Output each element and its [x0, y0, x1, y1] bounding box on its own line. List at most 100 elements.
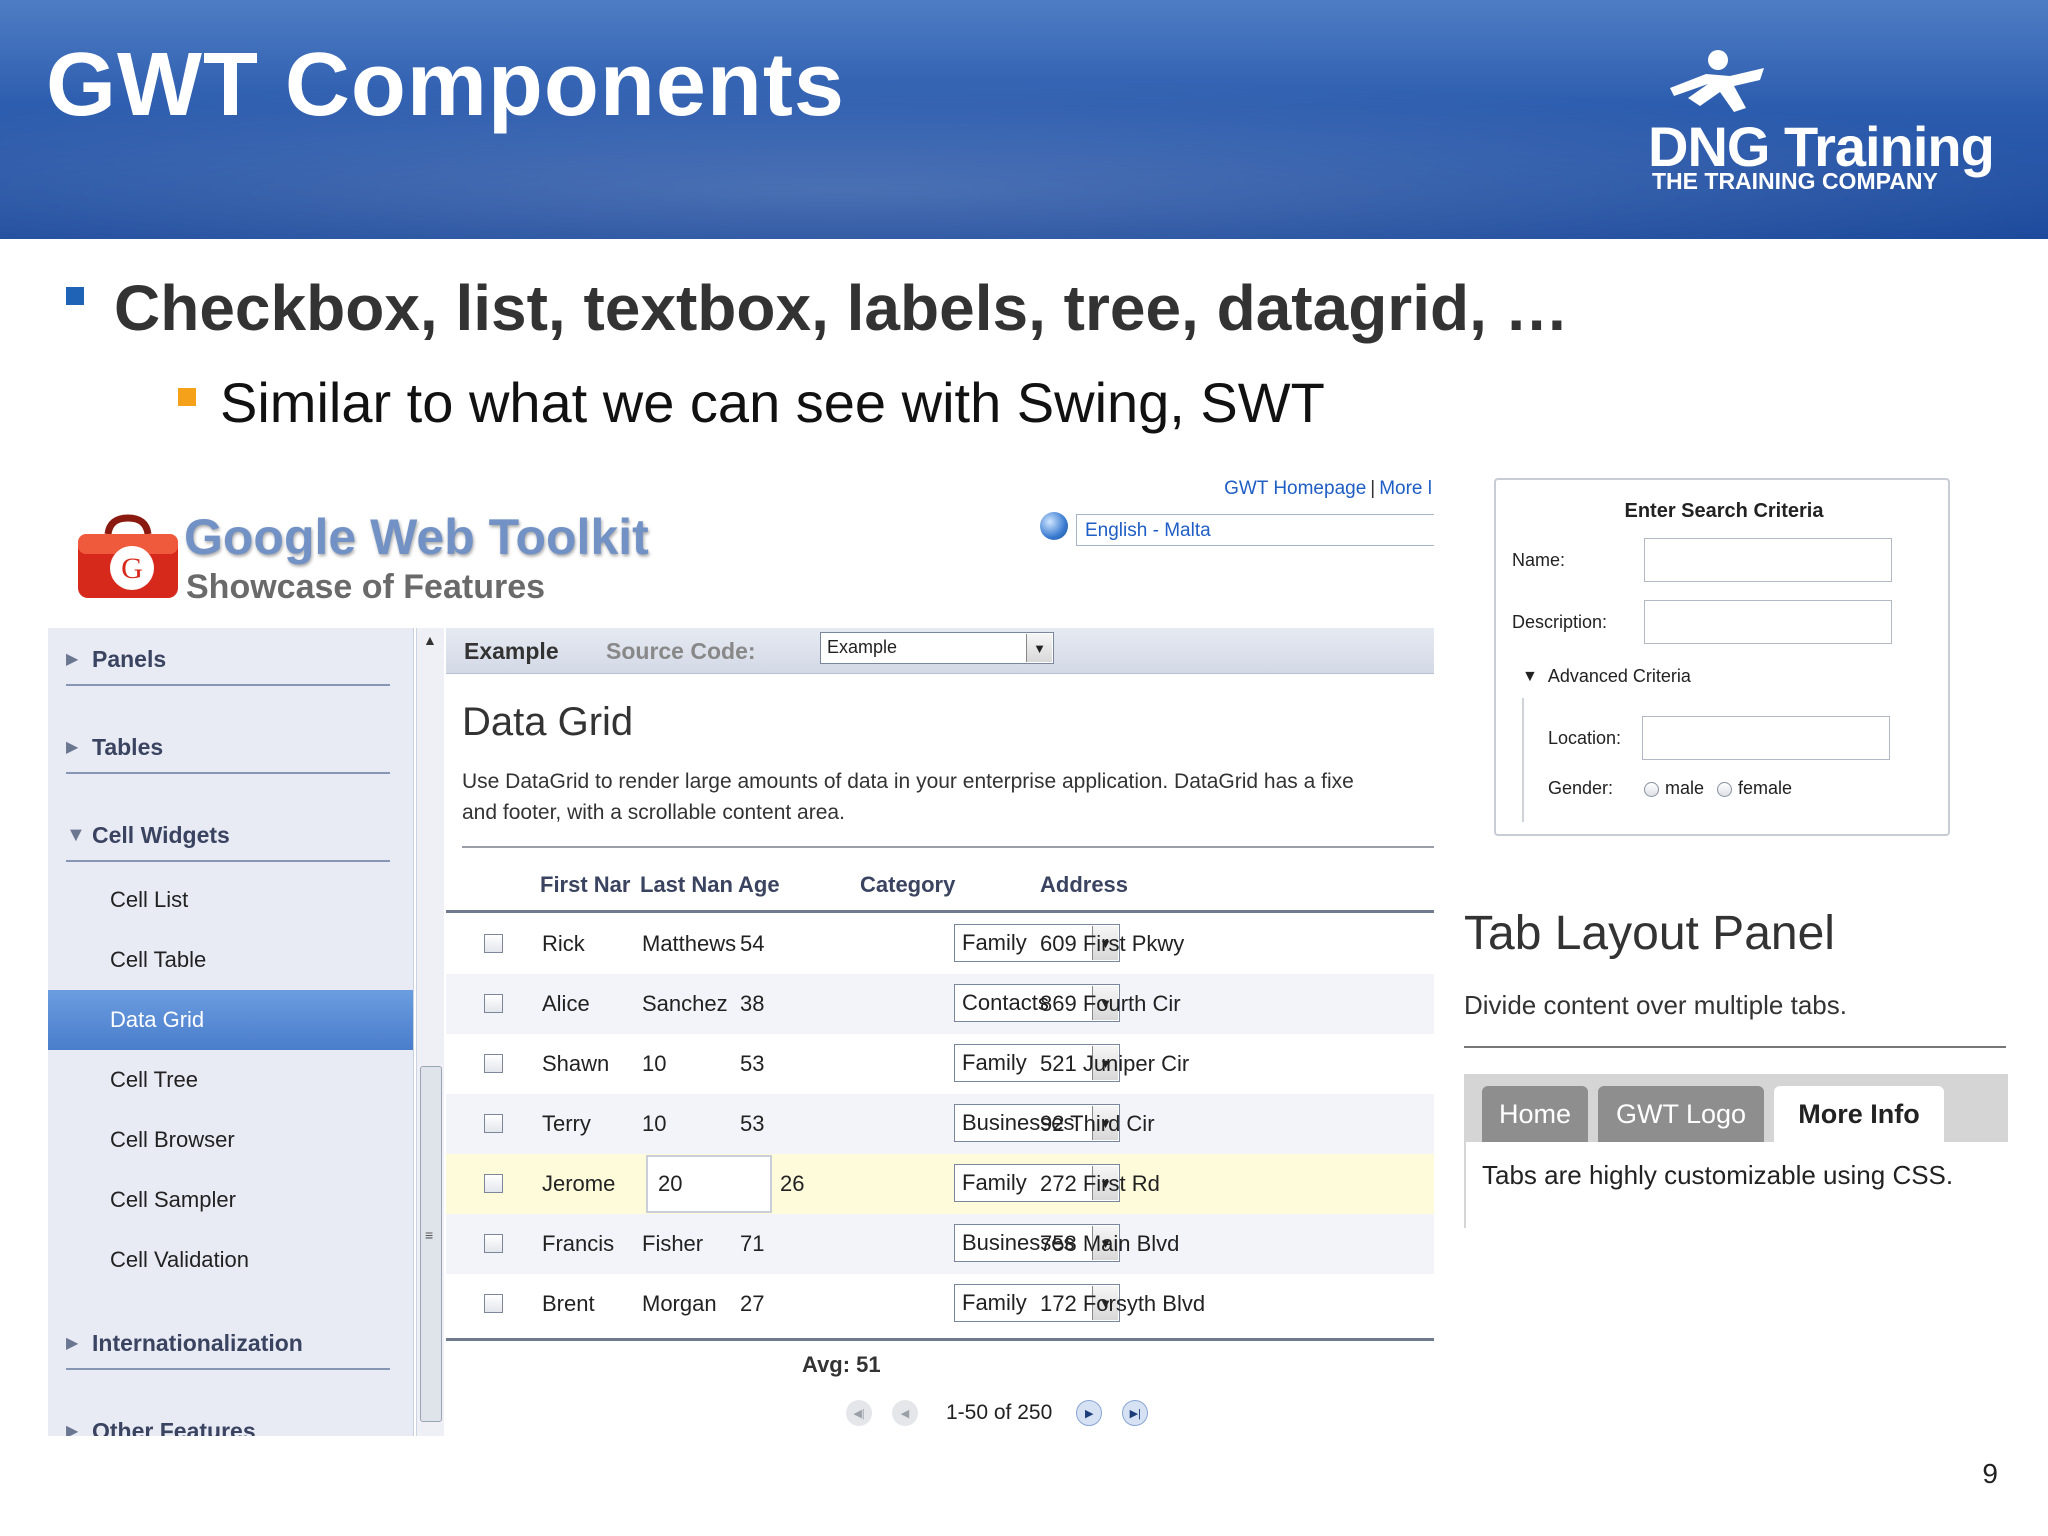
cell-address: 172 Forsyth Blvd [1040, 1291, 1206, 1316]
grid-pager: ◀| ◀ 1-50 of 250 ▶ ▶| [846, 1398, 1168, 1428]
row-checkbox[interactable] [484, 934, 503, 953]
gender-label: Gender: [1548, 778, 1614, 798]
row-checkbox[interactable] [484, 1114, 503, 1133]
cell-address: 869 Fourth Cir [1040, 991, 1181, 1016]
tab-content-text: Tabs are highly customizable using CSS. [1482, 1160, 1954, 1190]
bullet-level-2: Similar to what we can see with Swing, S… [178, 370, 1325, 434]
cell-address: 272 First Rd [1040, 1171, 1160, 1196]
gender-radio-group: male female [1644, 778, 1800, 799]
dng-training-logo: DNG Training THE TRAINING COMPANY [1640, 48, 1995, 208]
cell-age: 27 [740, 1291, 765, 1316]
gwt-showcase-screenshot: G Google Web Toolkit Showcase of Feature… [48, 478, 1434, 1436]
sidebar-category-label: Other Features [92, 1417, 256, 1437]
sidebar-category-tables[interactable]: ▶ Tables [66, 722, 390, 774]
cell-first-name: Shawn [542, 1051, 610, 1076]
tab-example[interactable]: Example [464, 638, 559, 665]
table-row[interactable]: Rick Matthews 54 Family ▼ 609 First Pkwy [446, 914, 1434, 974]
cell-first-name: Rick [542, 931, 585, 956]
chevron-down-icon[interactable]: ▼ [1026, 634, 1052, 662]
table-row[interactable]: Alice Sanchez 38 Contacts ▼ 869 Fourth Ci… [446, 974, 1434, 1034]
page-title: Data Grid [462, 700, 634, 744]
name-input[interactable] [1644, 538, 1892, 582]
row-checkbox[interactable] [484, 1054, 503, 1073]
table-row[interactable]: Terry 10 53 Businesses ▼ 92 Third Cir [446, 1094, 1434, 1154]
grip-icon: ≡ [425, 1227, 434, 1243]
description-label: Description: [1512, 612, 1608, 632]
cell-age: 54 [740, 931, 765, 956]
sidebar-item-cell-browser[interactable]: Cell Browser [48, 1110, 413, 1170]
sidebar-category-label: Panels [92, 645, 167, 672]
cell-address: 609 First Pkwy [1040, 931, 1185, 956]
divider [1464, 1046, 2006, 1048]
cell-last-name: Matthews [642, 931, 737, 956]
scroll-up-arrow-icon[interactable]: ▲ [423, 632, 437, 648]
description-input[interactable] [1644, 600, 1892, 644]
gwt-toolbox-icon: G [78, 514, 178, 598]
row-checkbox[interactable] [484, 1174, 503, 1193]
cell-last-name[interactable]: 20 [658, 1154, 754, 1214]
sidebar-item-cell-list[interactable]: Cell List [48, 870, 413, 930]
advanced-criteria-toggle[interactable]: ▼ Advanced Criteria [1522, 666, 1691, 687]
row-checkbox[interactable] [484, 1234, 503, 1253]
tab-gwt-logo[interactable]: GWT Logo [1598, 1086, 1764, 1142]
sidebar-item-cell-validation[interactable]: Cell Validation [48, 1230, 413, 1290]
sidebar-category-cell-widgets[interactable]: ▼ Cell Widgets [66, 810, 390, 862]
slide-title: GWT Components [46, 35, 845, 135]
svg-text:G: G [121, 552, 143, 585]
sidebar-item-cell-table[interactable]: Cell Table [48, 930, 413, 990]
grid-footer-divider [446, 1338, 1434, 1341]
last-page-icon[interactable]: ▶| [1122, 1400, 1149, 1426]
category-value: Contacts [962, 990, 1049, 1015]
table-row[interactable]: Brent Morgan 27 Family ▼ 172 Forsyth Blvd [446, 1274, 1434, 1334]
location-input[interactable] [1642, 716, 1890, 760]
sidebar-category-panels[interactable]: ▶ Panels [66, 634, 390, 686]
first-page-icon[interactable]: ◀| [846, 1400, 872, 1426]
sidebar-category-internationalization[interactable]: ▶ Internationalization [66, 1318, 390, 1370]
column-header-category[interactable]: Category [860, 872, 1010, 898]
tab-layout-description: Divide content over multiple tabs. [1464, 990, 1847, 1020]
column-header-address[interactable]: Address [1040, 872, 1240, 898]
sidebar-category-other-features[interactable]: ▶ Other Features [66, 1406, 390, 1437]
cell-age: 38 [740, 991, 765, 1016]
sidebar-scrollbar[interactable]: ▲ ≡ [416, 628, 444, 1436]
row-checkbox[interactable] [484, 994, 503, 1013]
sidebar-item-data-grid[interactable]: Data Grid [48, 990, 413, 1050]
sidebar-item-cell-sampler[interactable]: Cell Sampler [48, 1170, 413, 1230]
location-label: Location: [1548, 728, 1622, 748]
next-page-icon[interactable]: ▶ [1076, 1400, 1103, 1426]
cell-first-name: Jerome [542, 1171, 616, 1196]
radio-label: male [1665, 778, 1705, 798]
table-row[interactable]: Shawn 10 53 Family ▼ 521 Juniper Cir [446, 1034, 1434, 1094]
radio-button[interactable] [1717, 781, 1733, 797]
sidebar-item-cell-tree[interactable]: Cell Tree [48, 1050, 413, 1110]
cell-first-name: Brent [542, 1291, 595, 1316]
column-header-age[interactable]: Age [738, 872, 818, 898]
column-header-first-name[interactable]: First Nar [540, 872, 636, 898]
gender-option-male[interactable]: male [1644, 778, 1704, 798]
column-header-last-name[interactable]: Last Nan [640, 872, 736, 898]
gwt-homepage-link[interactable]: GWT Homepage [1224, 478, 1366, 499]
cell-last-name: Morgan [642, 1291, 717, 1316]
scrollbar-thumb[interactable]: ≡ [420, 1066, 442, 1422]
radio-button[interactable] [1644, 781, 1659, 797]
source-select-value: Example [827, 637, 898, 657]
tab-home[interactable]: Home [1482, 1086, 1588, 1142]
more-link[interactable]: More l [1379, 478, 1432, 499]
source-code-select[interactable]: Example ▼ [820, 632, 1054, 664]
category-value: Family [962, 1050, 1027, 1075]
table-row-selected[interactable]: Jerome 20 26 Family ▼ 272 First Rd [446, 1154, 1434, 1214]
description-line: and footer, with a scrollable content ar… [462, 801, 845, 824]
tab-more-info[interactable]: More Info [1774, 1086, 1944, 1142]
category-value: Family [962, 1290, 1027, 1315]
previous-page-icon[interactable]: ◀ [892, 1400, 918, 1426]
triangle-down-icon: ▼ [1522, 667, 1538, 685]
radio-label: female [1738, 778, 1793, 798]
cell-first-name: Terry [542, 1111, 591, 1136]
row-checkbox[interactable] [484, 1294, 503, 1313]
bullet-square-orange [178, 388, 196, 406]
gender-option-female[interactable]: female [1717, 778, 1792, 798]
locale-select[interactable]: English - Malta [1076, 514, 1434, 546]
table-row[interactable]: Francis Fisher 71 Businesses ▼ 758 Main B… [446, 1214, 1434, 1274]
gwt-title: Google Web Toolkit [184, 509, 649, 565]
tab-source-code[interactable]: Source Code: [606, 638, 756, 665]
